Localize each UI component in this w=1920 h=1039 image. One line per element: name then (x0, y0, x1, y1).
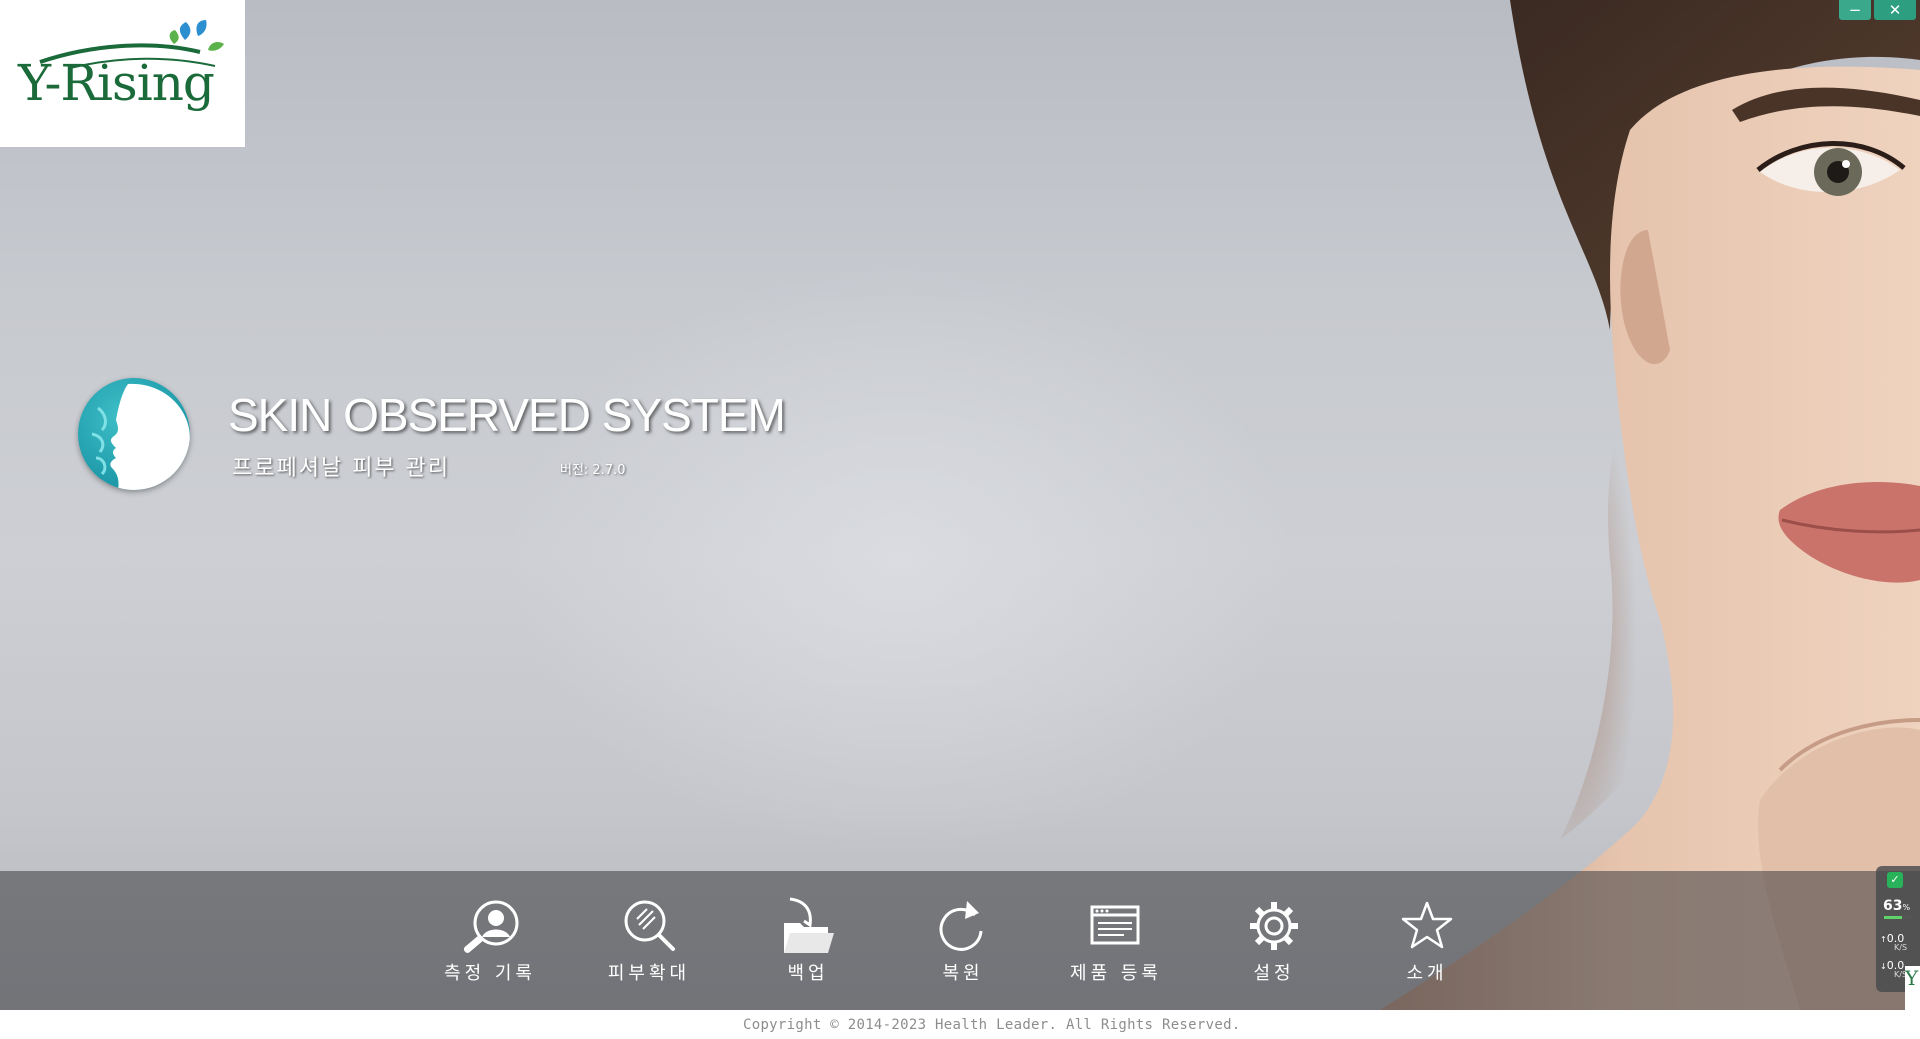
app-title: SKIN OBSERVED SYSTEM (228, 389, 786, 441)
person-search-icon (458, 897, 522, 955)
minimize-icon: − (1848, 0, 1862, 19)
face-profile-icon (78, 378, 190, 490)
refresh-icon (931, 897, 995, 955)
window-form-icon (1084, 897, 1148, 955)
about-button[interactable]: 소개 (1367, 871, 1487, 1010)
register-button[interactable]: 제품 등록 (1056, 871, 1176, 1010)
close-icon: ✕ (1888, 0, 1902, 19)
monitor-percent: 63% (1883, 898, 1911, 914)
monitor-usage-fill (1884, 916, 1902, 919)
logo-text: Y-Rising (18, 54, 215, 112)
check-shield-icon: ✓ (1887, 872, 1903, 888)
folder-backup-icon (776, 897, 840, 955)
monitor-download: ↓0.0 K/S (1880, 959, 1908, 979)
record-label: 측정 기록 (444, 963, 536, 984)
magnify-button[interactable]: 피부확대 (589, 871, 709, 1010)
backup-label: 백업 (787, 963, 829, 984)
app-version: 버전: 2.7.0 (560, 463, 626, 478)
about-label: 소개 (1406, 963, 1448, 984)
register-label: 제품 등록 (1070, 963, 1162, 984)
monitor-usage-bar (1884, 916, 1912, 919)
footer: Copyright © 2014-2023 Health Leader. All… (0, 1010, 1920, 1039)
monitor-upload: ↑0.0 K/S (1880, 932, 1908, 952)
settings-button[interactable]: 설정 (1214, 871, 1334, 1010)
window-controls: − ✕ (1839, 0, 1916, 20)
record-button[interactable]: 측정 기록 (430, 871, 550, 1010)
star-icon (1395, 897, 1459, 955)
settings-label: 설정 (1253, 963, 1295, 984)
restore-label: 복원 (942, 963, 984, 984)
magnify-label: 피부확대 (607, 963, 691, 984)
gear-icon (1242, 897, 1306, 955)
main-toolbar: 측정 기록 피부확대 백업 복원 제품 등록 설정 소개 (0, 871, 1920, 1010)
close-button[interactable]: ✕ (1874, 0, 1916, 20)
model-photo (1380, 0, 1920, 1010)
logo: Y-Rising (0, 0, 245, 147)
copyright-text: Copyright © 2014-2023 Health Leader. All… (743, 1017, 1241, 1033)
backup-button[interactable]: 백업 (748, 871, 868, 1010)
minimize-button[interactable]: − (1839, 0, 1871, 20)
magnifier-icon (617, 897, 681, 955)
app-subtitle: 프로페셔날 피부 관리 (232, 456, 451, 481)
splash-background: Y-Rising SKIN OBSERVED SYSTEM 프로페셔날 피부 관… (0, 0, 1920, 1010)
restore-button[interactable]: 복원 (903, 871, 1023, 1010)
